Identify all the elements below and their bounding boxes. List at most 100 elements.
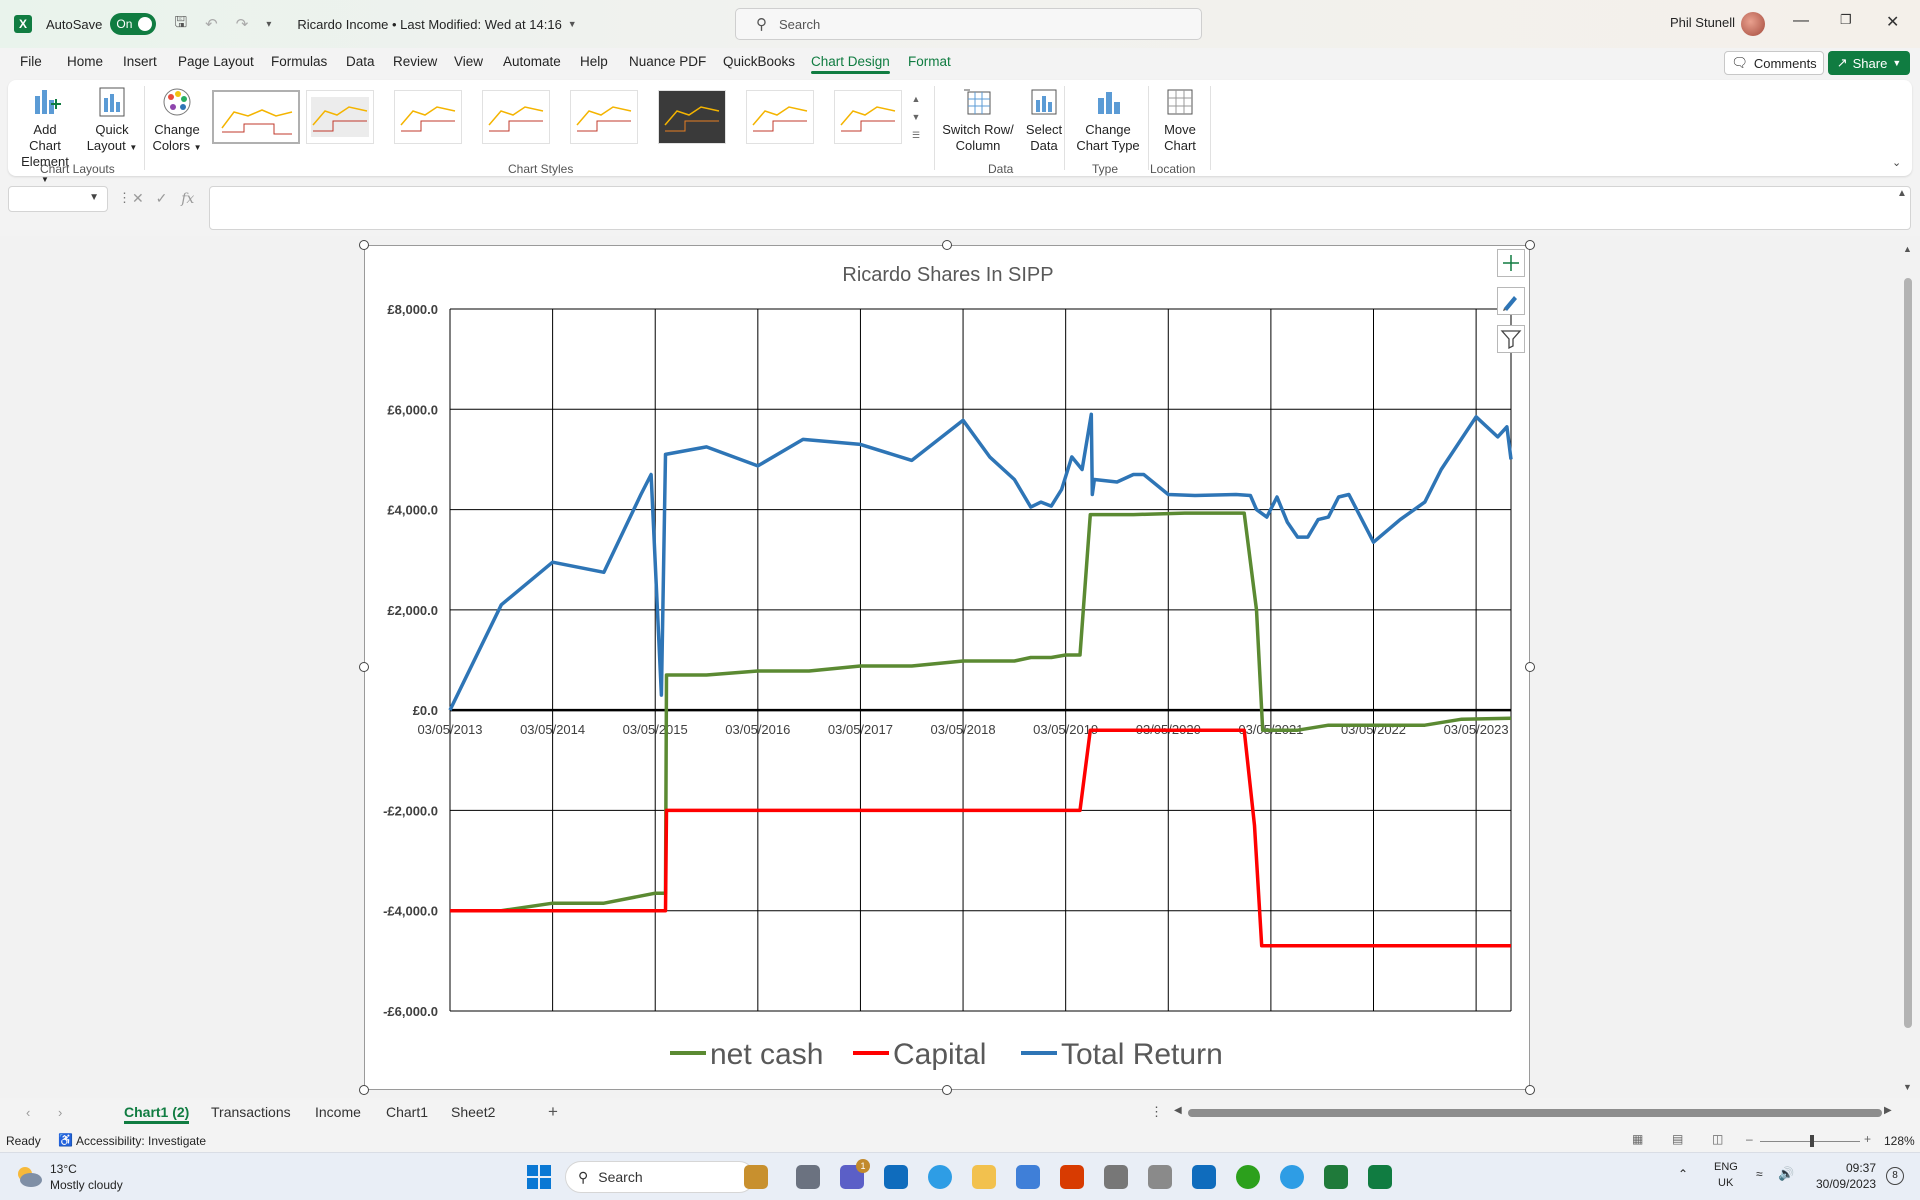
chart-style-8[interactable] [834, 90, 902, 144]
sheet-tab-chart1[interactable]: Chart1 [386, 1104, 428, 1120]
resize-handle[interactable] [942, 240, 952, 250]
zoom-slider-thumb[interactable] [1810, 1135, 1814, 1147]
chart-style-2[interactable] [306, 90, 374, 144]
sheet-tab-income[interactable]: Income [315, 1104, 361, 1120]
scroll-up-icon[interactable]: ▲ [1903, 244, 1912, 254]
change-colors-button[interactable]: Change Colors ▼ [150, 86, 204, 156]
comments-button[interactable]: 🗨 Comments [1724, 51, 1824, 75]
tab-formulas[interactable]: Formulas [271, 54, 327, 69]
page-break-view-icon[interactable]: ◫ [1712, 1132, 1723, 1146]
line-chart[interactable]: Ricardo Shares In SIPP £8,000.0 £6,000.0 £4… [365, 246, 1531, 1091]
close-icon[interactable]: ✕ [1886, 12, 1899, 32]
gallery-up-icon[interactable]: ▲ [908, 90, 924, 108]
search-box[interactable]: ⚲ Search [735, 8, 1202, 40]
chart-filters-button[interactable] [1497, 325, 1525, 353]
tab-home[interactable]: Home [67, 54, 103, 69]
select-data-button[interactable]: Select Data [1018, 86, 1070, 154]
excel-taskbar-icon[interactable] [1368, 1165, 1392, 1189]
next-sheet-icon[interactable]: › [58, 1105, 62, 1120]
zoom-in-icon[interactable]: + [1864, 1132, 1871, 1146]
resize-handle[interactable] [359, 662, 369, 672]
gallery-scroll[interactable]: ▲ ▼ ☰ [908, 90, 924, 144]
resize-handle[interactable] [942, 1085, 952, 1095]
weather-desc[interactable]: Mostly cloudy [50, 1178, 123, 1192]
scroll-right-icon[interactable]: ▶ [1884, 1105, 1892, 1116]
chart-elements-button[interactable] [1497, 249, 1525, 277]
sheet-tab-chart1-2[interactable]: Chart1 (2) [124, 1104, 190, 1124]
share-button[interactable]: ↗ Share ▼ [1828, 51, 1910, 75]
autosave-toggle[interactable]: On [110, 13, 157, 35]
weather-temp[interactable]: 13°C [50, 1162, 77, 1176]
app-m-icon[interactable] [1104, 1165, 1128, 1189]
lang-2[interactable]: UK [1718, 1177, 1733, 1189]
gallery-down-icon[interactable]: ▼ [908, 108, 924, 126]
quick-layout-button[interactable]: Quick Layout ▼ [84, 86, 140, 156]
store-icon[interactable] [1016, 1165, 1040, 1189]
wifi-icon[interactable]: ≈ [1756, 1167, 1763, 1181]
resize-handle[interactable] [1525, 240, 1535, 250]
clock-date[interactable]: 30/09/2023 [1816, 1177, 1876, 1191]
tab-chart-design[interactable]: Chart Design [811, 54, 890, 74]
tab-nuance-pdf[interactable]: Nuance PDF [629, 54, 706, 69]
collapse-ribbon-icon[interactable]: ⌄ [1892, 156, 1901, 169]
document-title[interactable]: Ricardo Income • Last Modified: Wed at 1… [297, 17, 561, 32]
fm-app-icon[interactable] [1324, 1165, 1348, 1189]
app-l-icon[interactable] [1148, 1165, 1172, 1189]
windows-start-icon[interactable] [527, 1165, 551, 1189]
move-chart-button[interactable]: Move Chart [1154, 86, 1206, 154]
tab-format[interactable]: Format [908, 54, 951, 69]
tab-quickbooks[interactable]: QuickBooks [723, 54, 795, 69]
tab-view[interactable]: View [454, 54, 483, 69]
zoom-out-icon[interactable]: – [1746, 1132, 1753, 1146]
chart-area[interactable]: Ricardo Shares In SIPP £8,000.0 £6,000.0 £4… [364, 245, 1530, 1090]
chart-style-5[interactable] [570, 90, 638, 144]
switch-row-column-button[interactable]: Switch Row/ Column [942, 86, 1014, 154]
fx-icon[interactable]: fx [181, 191, 194, 207]
notification-badge[interactable]: 8 [1886, 1167, 1904, 1185]
chart-style-1[interactable] [212, 90, 300, 144]
user-name[interactable]: Phil Stunell [1670, 15, 1735, 30]
add-sheet-icon[interactable]: + [548, 1102, 558, 1122]
minimize-icon[interactable]: — [1793, 12, 1809, 30]
prev-sheet-icon[interactable]: ‹ [26, 1105, 30, 1120]
more-icon[interactable]: ⋮ [118, 190, 131, 206]
redo-icon[interactable]: ↷ [236, 15, 249, 33]
horizontal-scrollbar[interactable] [1188, 1109, 1882, 1117]
tab-automate[interactable]: Automate [503, 54, 561, 69]
more-icon[interactable]: ⋮ [1150, 1104, 1163, 1120]
tab-data[interactable]: Data [346, 54, 375, 69]
page-layout-view-icon[interactable]: ▤ [1672, 1132, 1683, 1146]
resize-handle[interactable] [1525, 1085, 1535, 1095]
normal-view-icon[interactable]: ▦ [1632, 1132, 1643, 1146]
vertical-scrollbar[interactable] [1904, 278, 1912, 1028]
chart-style-4[interactable] [482, 90, 550, 144]
zoom-level[interactable]: 128% [1884, 1134, 1915, 1148]
office-icon[interactable] [1060, 1165, 1084, 1189]
edge-dev-icon[interactable] [1280, 1165, 1304, 1189]
name-box[interactable]: ▼ [8, 186, 108, 212]
avatar[interactable] [1741, 12, 1765, 36]
file-explorer-icon[interactable] [972, 1165, 996, 1189]
enter-icon[interactable]: ✓ [156, 190, 168, 206]
resize-handle[interactable] [1525, 662, 1535, 672]
resize-handle[interactable] [359, 240, 369, 250]
scroll-down-icon[interactable]: ▼ [1903, 1082, 1912, 1092]
tab-page-layout[interactable]: Page Layout [178, 54, 254, 69]
scroll-left-icon[interactable]: ◀ [1174, 1105, 1182, 1116]
cancel-icon[interactable]: ✕ [132, 190, 144, 206]
undo-icon[interactable]: ↶ [205, 15, 218, 33]
chevron-down-icon[interactable]: ▼ [568, 19, 577, 29]
tab-file[interactable]: File [20, 54, 42, 69]
gallery-more-icon[interactable]: ☰ [908, 126, 924, 144]
mail-icon[interactable] [884, 1165, 908, 1189]
chart-styles-button[interactable] [1497, 287, 1525, 315]
taskbar-search[interactable]: ⚲ Search [565, 1161, 755, 1193]
tab-help[interactable]: Help [580, 54, 608, 69]
chart-style-7[interactable] [746, 90, 814, 144]
weather-icon[interactable] [14, 1163, 44, 1189]
expand-formula-icon[interactable]: ▲ [1897, 188, 1907, 199]
restore-icon[interactable]: ❐ [1840, 12, 1852, 28]
accessibility-icon[interactable]: ♿ [58, 1133, 73, 1147]
tab-review[interactable]: Review [393, 54, 437, 69]
chart-style-6[interactable] [658, 90, 726, 144]
